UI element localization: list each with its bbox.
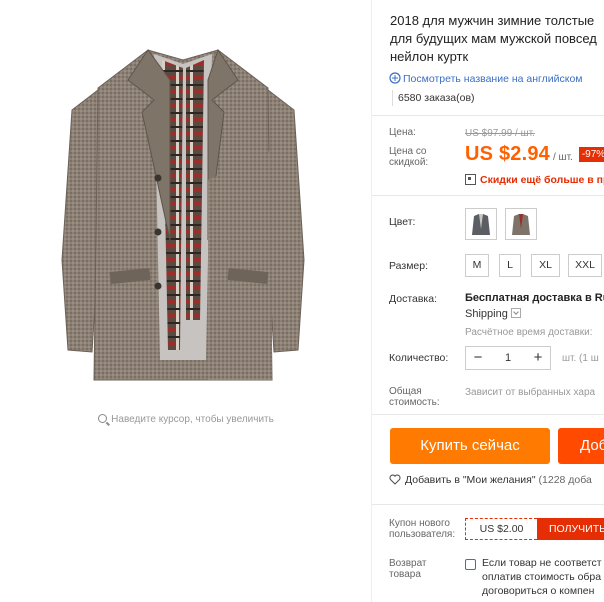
price-unit: / шт. <box>553 152 573 163</box>
quantity-stepper: − 1 + <box>465 346 551 370</box>
divider <box>372 414 604 415</box>
size-option-xl[interactable]: XL <box>531 254 560 277</box>
quantity-label: Количество: <box>389 352 449 364</box>
delivery-time: Расчётное время доставки: <box>465 327 593 338</box>
quantity-input[interactable]: 1 <box>490 352 526 364</box>
magnifier-icon <box>98 414 108 423</box>
color-swatch-grey[interactable] <box>465 208 497 240</box>
returns-label: Возврат товара <box>389 558 427 580</box>
wishlist-count: (1228 доба <box>538 474 592 486</box>
discount-price-label: Цена со скидкой: <box>389 146 429 168</box>
color-label: Цвет: <box>389 216 416 228</box>
size-option-m[interactable]: M <box>465 254 489 277</box>
quantity-minus-button[interactable]: − <box>466 347 490 369</box>
add-to-cart-button[interactable]: Доб <box>558 428 604 464</box>
shipping-selector[interactable]: Shipping <box>465 308 521 320</box>
product-title: 2018 для мужчин зимние толстые для будущ… <box>390 13 597 64</box>
heart-icon <box>389 474 401 485</box>
shipping-label: Доставка: <box>389 293 438 305</box>
product-gallery: Наведите курсор, чтобы увеличить <box>0 0 372 602</box>
size-option-l[interactable]: L <box>499 254 521 277</box>
total-value: Зависит от выбранных хара <box>465 387 596 398</box>
buy-now-button[interactable]: Купить сейчас <box>390 428 550 464</box>
return-policy-text: Если товар не соответст оплатив стоимост… <box>482 557 602 597</box>
size-option-xxl[interactable]: XXL <box>568 254 602 277</box>
coat-thumb-grey <box>472 214 490 235</box>
price-row: US $2.94/ шт. -97% <box>465 143 604 166</box>
discount-price: US $2.94 <box>465 143 550 165</box>
quantity-available: шт. (1 ш <box>562 353 599 364</box>
coupon-amount: US $2.00 <box>465 518 537 540</box>
translate-icon <box>389 72 401 84</box>
english-title-link[interactable]: Посмотреть название на английском <box>389 72 583 85</box>
product-info: 2018 для мужчин зимние толстые для будущ… <box>372 0 604 602</box>
chevron-down-icon <box>510 308 521 318</box>
color-swatch-brown[interactable] <box>505 208 537 240</box>
new-user-coupon: US $2.00 ПОЛУЧИТЬ <box>465 518 604 540</box>
orders-count: 6580 заказа(ов) <box>392 90 475 106</box>
add-to-wishlist[interactable]: Добавить в "Мои желания" (1228 доба <box>389 474 592 486</box>
divider <box>372 195 604 196</box>
size-label: Размер: <box>389 260 429 272</box>
product-image[interactable] <box>58 20 308 400</box>
coupon-label: Купон нового пользователя: <box>389 518 456 540</box>
discount-badge: -97% <box>578 147 604 162</box>
zoom-hint: Наведите курсор, чтобы увеличить <box>0 414 372 425</box>
quantity-plus-button[interactable]: + <box>526 347 550 369</box>
qr-code-icon <box>465 174 476 185</box>
divider <box>372 504 604 505</box>
divider <box>372 115 604 116</box>
app-discount-link[interactable]: Скидки ещё больше в приложении <box>465 174 604 186</box>
total-label: Общая стоимость: <box>389 386 440 408</box>
get-coupon-button[interactable]: ПОЛУЧИТЬ <box>537 518 604 540</box>
coat-thumb-brown <box>512 214 530 235</box>
price-label: Цена: <box>389 127 416 138</box>
shipping-method: Бесплатная доставка в Ru <box>465 292 604 304</box>
return-policy-icon <box>465 559 476 570</box>
coat-illustration <box>61 48 305 381</box>
old-price: US $97.99 / шт. <box>465 128 535 139</box>
